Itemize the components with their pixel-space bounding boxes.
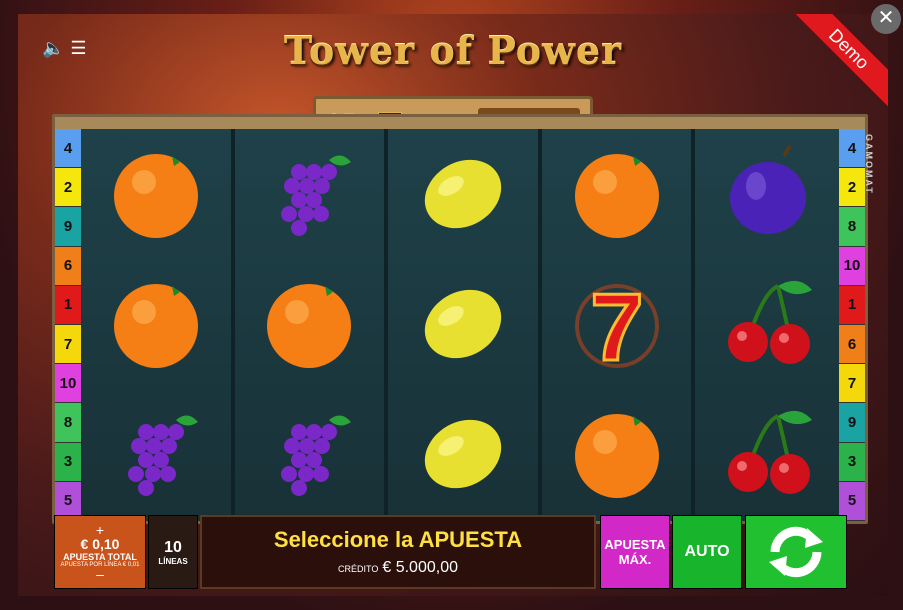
reel-5 <box>695 129 845 521</box>
payline-left-1: 1 <box>55 285 81 326</box>
payline-left-4: 4 <box>55 129 81 169</box>
game-title: Tower of Power <box>283 28 623 73</box>
cherry-symbol <box>715 397 825 507</box>
orange-symbol <box>101 137 211 247</box>
reel-3 <box>388 129 542 521</box>
reel-box: 4 2 9 6 1 7 10 8 3 5 7 4 2 8 10 1 6 7 9 3 5 <box>52 114 868 524</box>
orange-symbol <box>101 267 211 377</box>
payline-left-8: 8 <box>55 403 81 443</box>
seven-symbol: 7 <box>562 267 672 377</box>
message-panel: Seleccione la APUESTA CRÉDITO € 5.000,00 <box>200 515 596 589</box>
bet-selector[interactable]: + € 0,10 APUESTA TOTAL APUESTA POR LÍNEA… <box>54 515 146 589</box>
total-bet-value: € 0,10 <box>80 536 120 552</box>
message-text: Seleccione la APUESTA <box>273 527 523 552</box>
paylines-right: 4 2 8 10 1 6 7 9 3 5 <box>839 129 865 522</box>
lemon-symbol <box>408 267 518 377</box>
payline-left-2: 2 <box>55 168 81 208</box>
lemon-symbol <box>408 137 518 247</box>
payline-left-7: 7 <box>55 325 81 365</box>
payline-right-3: 3 <box>839 442 865 482</box>
payline-left-3: 3 <box>55 442 81 482</box>
spin-button[interactable] <box>745 515 847 589</box>
max-bet-button[interactable]: APUESTA MÁX. <box>600 515 670 589</box>
bet-increase-button[interactable]: + <box>96 523 104 537</box>
payline-right-8: 8 <box>839 207 865 247</box>
payline-left-9: 9 <box>55 207 81 247</box>
orange-symbol <box>562 397 672 507</box>
payline-left-6: 6 <box>55 246 81 286</box>
credit-value: € 5.000,00 <box>382 559 458 576</box>
bet-decrease-button[interactable]: – <box>96 567 104 581</box>
grapes-symbol <box>254 137 364 247</box>
payline-right-10: 10 <box>839 246 865 286</box>
grapes-symbol <box>101 397 211 507</box>
close-button[interactable]: ✕ <box>871 4 901 34</box>
lines-label: LÍNEAS <box>158 556 188 566</box>
payline-right-6: 6 <box>839 325 865 365</box>
auto-play-button[interactable]: AUTO <box>672 515 742 589</box>
credit-label: CRÉDITO <box>338 564 379 574</box>
total-bet-label: APUESTA TOTAL <box>63 552 137 562</box>
cherry-symbol <box>715 267 825 377</box>
payline-right-9: 9 <box>839 403 865 443</box>
payline-right-7: 7 <box>839 364 865 404</box>
lemon-symbol <box>408 397 518 507</box>
provider-logo: GAMOMAT <box>864 134 874 195</box>
spin-arrows-icon <box>769 526 823 578</box>
reels: 7 <box>81 129 845 521</box>
game-frame: 🔈☰ Tower of Power Demo 15x € 100,00 4296… <box>18 14 888 596</box>
reel-2 <box>234 129 389 521</box>
plum-symbol <box>715 137 825 247</box>
svg-text:7: 7 <box>590 274 643 372</box>
payline-right-4: 4 <box>839 129 865 169</box>
lines-value: 10 <box>164 538 182 556</box>
credit-display: CRÉDITO € 5.000,00 <box>338 559 458 577</box>
reel-1 <box>81 129 235 521</box>
control-bar: + € 0,10 APUESTA TOTAL APUESTA POR LÍNEA… <box>52 515 886 591</box>
grapes-symbol <box>254 397 364 507</box>
orange-symbol <box>562 137 672 247</box>
paylines-left: 4 2 9 6 1 7 10 8 3 5 <box>55 129 81 522</box>
reel-4: 7 <box>541 129 696 521</box>
orange-symbol <box>254 267 364 377</box>
lines-display: 10 LÍNEAS <box>148 515 198 589</box>
game-stage: 🔈☰ Tower of Power Demo 15x € 100,00 4296… <box>0 0 903 610</box>
payline-left-10: 10 <box>55 364 81 404</box>
payline-right-1: 1 <box>839 285 865 326</box>
payline-right-2: 2 <box>839 168 865 208</box>
